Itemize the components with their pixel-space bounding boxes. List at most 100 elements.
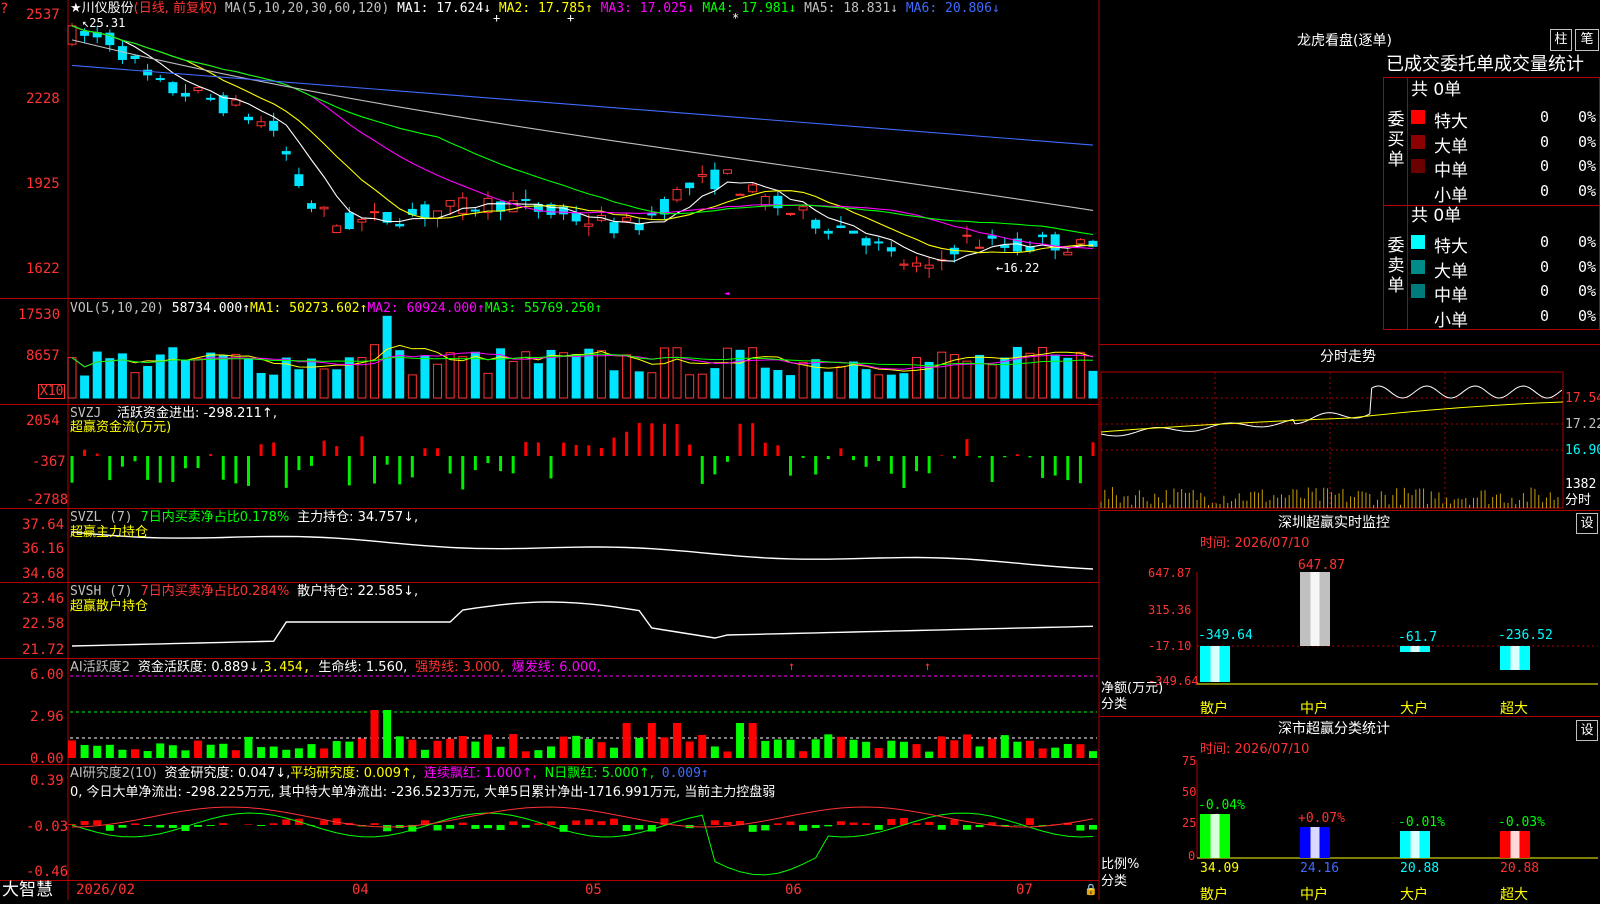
activity-bar (547, 746, 555, 758)
chart-canvas (0, 0, 1600, 900)
activity-bar (207, 745, 215, 758)
volume-bar (837, 367, 845, 398)
stock-name[interactable]: ★川仪股份 (70, 1, 134, 16)
lock-icon[interactable]: 🔒 (1084, 884, 1098, 895)
candle-body (295, 175, 303, 186)
activity-bar (723, 751, 731, 758)
candle-body (169, 83, 177, 93)
research-bar (131, 823, 139, 825)
candle-body (446, 201, 454, 207)
sz-monitor-title: 深圳超赢实时监控 (1278, 516, 1390, 530)
candle-body (711, 170, 719, 189)
activity-bar (913, 744, 921, 758)
sz-class-settings-button[interactable]: 设 (1576, 720, 1598, 741)
volume-bar (635, 372, 643, 398)
low-price-label: ←16.22 (996, 262, 1039, 274)
order-size-label: 小单 (1434, 181, 1468, 206)
activity-bar (295, 748, 303, 758)
activity-bar (459, 736, 467, 758)
x-axis-label: 07 (1016, 883, 1033, 897)
candle-body (1039, 235, 1047, 237)
candle-body (81, 31, 89, 35)
ai-active-y-tick: 6.00 (30, 668, 64, 682)
candle-body (131, 56, 139, 58)
svzl-y-tick: 37.64 (22, 518, 64, 532)
bar-view-button[interactable]: 柱 (1550, 29, 1572, 51)
candle-body (257, 122, 265, 126)
order-size-swatch (1411, 110, 1425, 124)
volume-bar (93, 352, 101, 398)
activity-bar (320, 748, 328, 758)
order-size-percent: 0% (1578, 307, 1596, 325)
candle-body (698, 175, 706, 177)
monitor-bar-value: 647.87 (1298, 558, 1345, 573)
research-bar (610, 819, 618, 825)
corner-marker: ? (0, 2, 8, 16)
volume-bar (560, 353, 568, 398)
activity-bar (219, 744, 227, 758)
research-bar (446, 825, 454, 829)
order-size-count: 0 (1540, 108, 1549, 126)
ma-line (72, 26, 1093, 253)
volume-bar (421, 356, 429, 398)
volume-bar (786, 376, 794, 398)
volume-bar (1013, 347, 1021, 398)
activity-bar (333, 741, 341, 758)
x-axis-label: 2026/02 (76, 883, 135, 897)
monitor-bar-value: -236.52 (1498, 628, 1553, 643)
sell-total: 共 0单 (1411, 208, 1461, 225)
monitor-bar-highlight (1311, 572, 1320, 646)
order-size-label: 特大 (1434, 232, 1468, 257)
candle-body (68, 26, 76, 44)
candle-body (371, 212, 379, 213)
volume-bar (408, 375, 416, 398)
order-size-label: 大单 (1434, 257, 1468, 282)
activity-bar (736, 723, 744, 758)
volume-bar (862, 370, 870, 398)
research-bar (774, 823, 782, 825)
candle-body (421, 205, 429, 218)
event-marker[interactable]: + (567, 12, 574, 24)
activity-bar (938, 736, 946, 758)
ai-research-y-tick: -0.03 (26, 820, 68, 834)
activity-bar (1039, 748, 1047, 758)
ma-line (72, 40, 1093, 211)
ma-value-2: MA2: 17.785↑ (491, 1, 593, 16)
ai-active-header: AI活跃度2 资金活跃度: 0.889↓,3.454, 生命线: 1.560, … (70, 661, 601, 674)
activity-bar (194, 741, 202, 758)
sz-monitor-time: 时间: 2026/07/10 (1200, 537, 1309, 550)
ma-values: MA1: 17.624↓ MA2: 17.785↑ MA3: 17.025↓ M… (397, 1, 1000, 16)
order-size-count: 0 (1540, 133, 1549, 151)
research-bar (497, 825, 505, 830)
volume-bar (169, 348, 177, 398)
chart-mode[interactable]: (日线, 前复权) (134, 1, 217, 16)
brand-logo[interactable]: 大智慧 (2, 882, 53, 899)
cursor-marker-icon[interactable]: ◄ (724, 290, 729, 299)
activity-bar (648, 723, 656, 758)
monitor-bar-value: -349.64 (1198, 628, 1253, 643)
sz-class-time: 时间: 2026/07/10 (1200, 743, 1309, 756)
activity-bar (169, 745, 177, 758)
volume-bar (181, 360, 189, 398)
event-marker[interactable]: + (493, 12, 500, 24)
volume-bar (1064, 358, 1072, 398)
sz-monitor-settings-button[interactable]: 设 (1576, 513, 1598, 534)
order-size-label: 小单 (1434, 306, 1468, 331)
activity-bar (950, 740, 958, 758)
volume-bar (345, 358, 353, 398)
activity-bar (585, 739, 593, 758)
sz-class-y-tick: 25 (1182, 817, 1196, 829)
activity-bar (181, 750, 189, 758)
volume-bar (371, 345, 379, 398)
order-size-count: 0 (1540, 157, 1549, 175)
pen-view-button[interactable]: 笔 (1575, 29, 1599, 51)
ma-value-5: MA5: 18.831↓ (796, 1, 898, 16)
svzl-y-tick: 34.68 (22, 567, 64, 581)
event-marker[interactable]: * (732, 12, 739, 24)
research-bar (194, 825, 202, 827)
sz-class-title: 深市超赢分类统计 (1278, 722, 1390, 736)
candle-body (345, 213, 353, 228)
research-bar (749, 825, 757, 832)
volume-bar (824, 372, 832, 398)
order-size-swatch (1411, 284, 1425, 298)
